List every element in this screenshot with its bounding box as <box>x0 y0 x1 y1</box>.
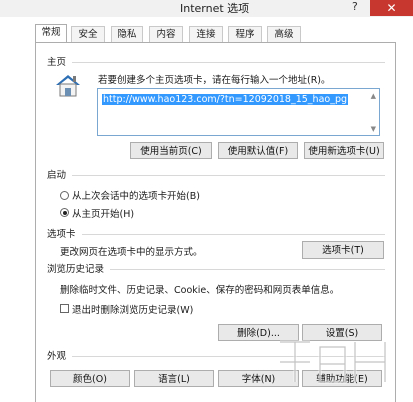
history-separator <box>110 269 385 270</box>
scroll-down-icon[interactable]: ▼ <box>371 125 376 133</box>
scroll-up-icon[interactable]: ▲ <box>371 92 376 100</box>
window-title: Internet 选项 <box>180 2 250 15</box>
home-heading: 主页 <box>47 57 67 68</box>
tabs-description: 更改网页在选项卡中的显示方式。 <box>60 247 203 258</box>
title-bar: Internet 选项 ? ✕ <box>0 0 413 17</box>
startup-heading: 启动 <box>47 170 67 181</box>
startup-separator <box>72 175 385 176</box>
tab-programs[interactable]: 程序 <box>228 26 262 42</box>
home-house-icon <box>56 75 80 97</box>
home-url-textarea[interactable]: http://www.hao123.com/?tn=12092018_15_ha… <box>97 88 380 136</box>
history-description: 删除临时文件、历史记录、Cookie、保存的密码和网页表单信息。 <box>60 285 340 296</box>
radio-home-page[interactable] <box>60 208 69 217</box>
tabs-heading: 选项卡 <box>47 229 76 240</box>
radio-home-page-label: 从主页开始(H) <box>72 209 135 220</box>
tab-content[interactable]: 内容 <box>149 26 183 42</box>
tabs-button[interactable]: 选项卡(T) <box>302 241 384 259</box>
tab-general[interactable]: 常规 <box>35 24 67 43</box>
close-button[interactable]: ✕ <box>370 0 413 16</box>
tab-advanced[interactable]: 高级 <box>267 26 301 42</box>
delete-history-checkbox[interactable] <box>60 304 69 313</box>
history-heading: 浏览历史记录 <box>47 264 105 275</box>
help-button[interactable]: ? <box>352 0 358 13</box>
languages-button[interactable]: 语言(L) <box>134 370 214 387</box>
home-url-text: http://www.hao123.com/?tn=12092018_15_ha… <box>102 94 349 105</box>
radio-last-session[interactable] <box>60 191 69 200</box>
appearance-heading: 外观 <box>47 351 67 362</box>
tab-connections[interactable]: 连接 <box>189 26 223 42</box>
home-separator <box>72 62 385 63</box>
radio-selected-dot <box>62 210 67 215</box>
tab-security[interactable]: 安全 <box>71 26 105 42</box>
delete-history-label: 退出时删除浏览历史记录(W) <box>72 305 194 316</box>
tabs-separator <box>82 234 385 235</box>
colors-button[interactable]: 颜色(O) <box>50 370 130 387</box>
use-current-button[interactable]: 使用当前页(C) <box>130 142 212 159</box>
watermark-logo-icon <box>280 340 387 384</box>
tab-privacy[interactable]: 隐私 <box>111 26 143 42</box>
radio-last-session-label: 从上次会话中的选项卡开始(B) <box>72 191 200 202</box>
use-new-tab-button[interactable]: 使用新选项卡(U) <box>304 142 384 159</box>
home-instruction: 若要创建多个主页选项卡，请在每行输入一个地址(R)。 <box>98 75 331 86</box>
use-default-button[interactable]: 使用默认值(F) <box>218 142 298 159</box>
